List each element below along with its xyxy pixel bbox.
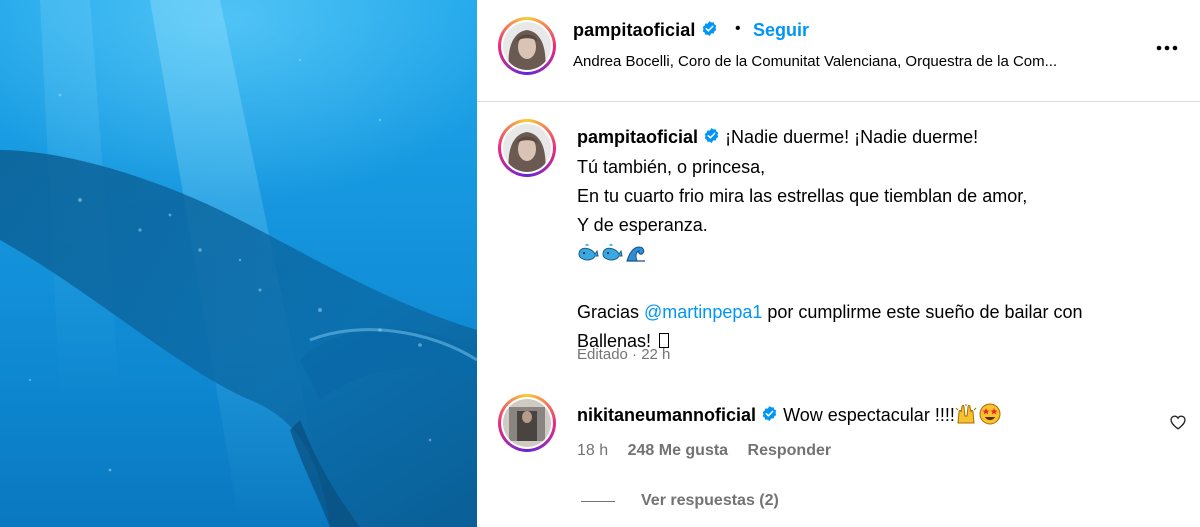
author-username-text[interactable]: pampitaoficial: [573, 20, 695, 40]
post-media[interactable]: [0, 0, 477, 527]
caption-line-4: Y de esperanza.: [577, 214, 708, 235]
audio-track-label[interactable]: Andrea Bocelli, Coro de la Comunitat Val…: [573, 53, 1057, 70]
caption-author-avatar[interactable]: [498, 119, 556, 177]
post-panel: pampitaoficial • Seguir Andrea Bocelli, …: [477, 0, 1200, 527]
verified-badge-icon: [761, 405, 778, 427]
mention-link[interactable]: @martinpepa1: [644, 302, 762, 322]
caption-emoji-row: [577, 240, 1083, 269]
comment-likes-count[interactable]: 248 Me gusta: [628, 442, 728, 459]
whale-emoji: [601, 242, 623, 264]
view-replies-button[interactable]: Ver respuestas (2): [581, 492, 779, 510]
commenter-avatar[interactable]: [498, 394, 556, 452]
caption-username[interactable]: pampitaoficial: [577, 127, 698, 147]
verified-badge-icon: [703, 124, 720, 153]
reply-button[interactable]: Responder: [748, 442, 832, 459]
raising-hands-emoji: [955, 403, 977, 425]
comment-time: 18 h: [577, 442, 609, 459]
follow-button[interactable]: Seguir: [753, 20, 809, 41]
caption-author-photo: [503, 124, 551, 172]
header-separator: •: [735, 20, 741, 37]
comment-meta: 18 h 248 Me gusta Responder: [577, 442, 846, 460]
star-struck-emoji: [979, 403, 1001, 425]
caption-line-2: Tú también, o princesa,: [577, 156, 766, 177]
comment-body: Wow espectacular !!!!: [783, 405, 955, 425]
author-username[interactable]: pampitaoficial: [573, 20, 718, 42]
verified-badge-icon: [701, 20, 718, 42]
commenter-photo: [503, 399, 551, 447]
view-replies-label[interactable]: Ver respuestas (2): [641, 492, 779, 510]
caption-thanks-prefix: Gracias: [577, 301, 645, 322]
heart-icon[interactable]: [1170, 415, 1186, 435]
caption-line-3: En tu cuarto frio mira las estrellas que…: [577, 185, 1028, 206]
whale-emoji: [577, 242, 599, 264]
whale-underwater-image: [0, 0, 477, 527]
header-divider: [477, 101, 1200, 102]
caption-thanks-suffix: por cumplirme este sueño de bailar con: [762, 301, 1083, 322]
caption-line-1: ¡Nadie duerme! ¡Nadie duerme!: [725, 127, 979, 147]
comment-text: nikitaneumannoficial Wow espectacular !!…: [577, 403, 1003, 427]
author-avatar[interactable]: [498, 17, 556, 75]
more-options-icon[interactable]: [1156, 38, 1178, 56]
post-caption: pampitaoficial ¡Nadie duerme! ¡Nadie due…: [577, 123, 1083, 356]
author-photo: [503, 22, 551, 70]
wave-emoji: [625, 242, 647, 264]
replies-rule: [581, 500, 615, 502]
caption-edited-time: Editado · 22 h: [577, 346, 671, 363]
commenter-username[interactable]: nikitaneumannoficial: [577, 405, 756, 425]
